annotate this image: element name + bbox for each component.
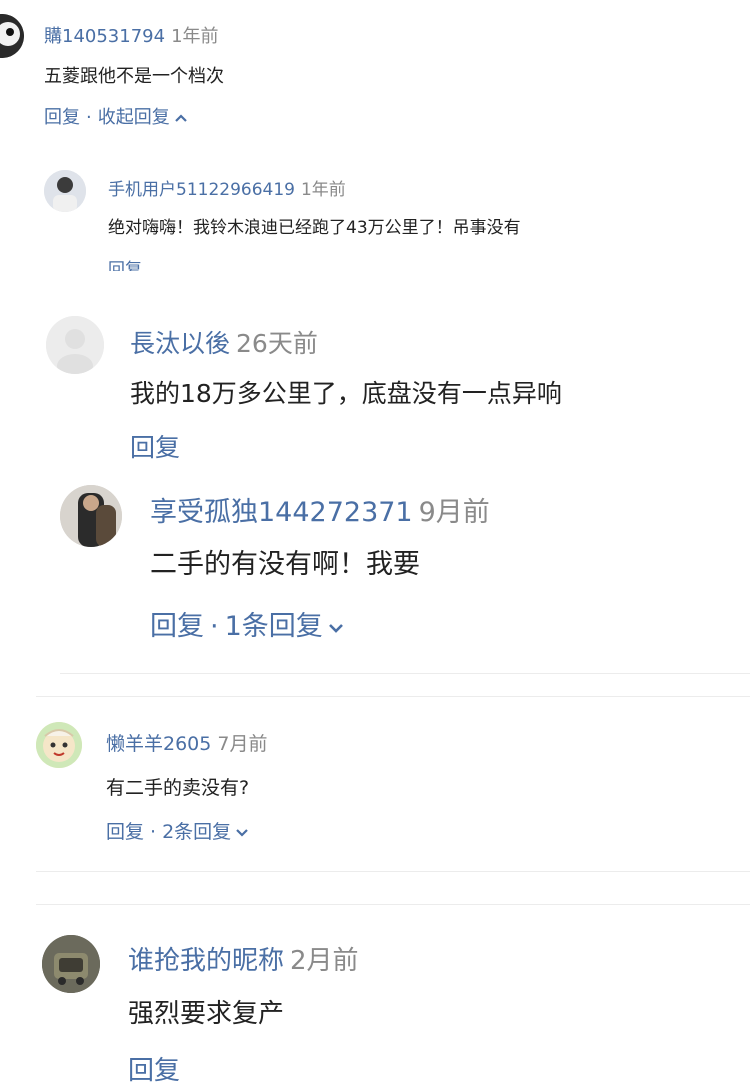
reply-button[interactable]: 回复 — [108, 260, 142, 271]
chevron-up-icon — [174, 114, 187, 122]
comment-actions: 回复 — [128, 1050, 180, 1087]
separator-dot: · — [86, 107, 92, 128]
comment-actions: 回复 · 收起回复 — [44, 103, 188, 129]
username[interactable]: 長汰以後 — [130, 329, 230, 358]
username[interactable]: 享受孤独144272371 — [150, 497, 413, 528]
timestamp: 2月前 — [290, 946, 359, 976]
expand-replies-button[interactable]: 1条回复 — [225, 611, 345, 642]
reply-button[interactable]: 回复 — [128, 1056, 180, 1086]
reply-button[interactable]: 回复 — [44, 107, 80, 128]
timestamp: 1年前 — [300, 180, 346, 200]
divider — [36, 904, 750, 905]
expand-replies-button[interactable]: 2条回复 — [162, 821, 249, 843]
comment-text: 强烈要求复产 — [128, 999, 285, 1029]
avatar[interactable] — [44, 170, 86, 212]
reply-button[interactable]: 回复 — [150, 611, 204, 642]
comment-text: 绝对嗨嗨！我铃木浪迪已经跑了43万公里了！吊事没有 — [108, 218, 521, 238]
divider — [36, 871, 750, 872]
comment-author-line: 長汰以後 26天前 — [130, 324, 318, 360]
avatar[interactable] — [0, 14, 24, 58]
divider — [60, 673, 750, 674]
comment-author-line: 購140531794 1年前 — [44, 22, 219, 48]
divider — [36, 696, 750, 697]
comment-author-line: 手机用户51122966419 1年前 — [108, 175, 346, 200]
comment-actions: 回复 — [130, 428, 180, 464]
separator-dot: · — [210, 611, 219, 642]
timestamp: 26天前 — [236, 329, 318, 358]
comment-actions: 回复 · 1条回复 — [150, 604, 345, 643]
comment-author-line: 谁抢我的昵称 2月前 — [128, 940, 359, 977]
reply-button[interactable]: 回复 — [106, 821, 144, 843]
timestamp: 7月前 — [217, 733, 268, 755]
avatar[interactable] — [46, 316, 104, 374]
comment-text: 有二手的卖没有? — [106, 777, 250, 799]
comment-author-line: 享受孤独144272371 9月前 — [150, 490, 490, 529]
username[interactable]: 谁抢我的昵称 — [128, 946, 284, 976]
comment-text: 二手的有没有啊！我要 — [150, 549, 420, 580]
reply-button[interactable]: 回复 — [130, 433, 180, 462]
username[interactable]: 購140531794 — [44, 26, 165, 47]
avatar[interactable] — [36, 722, 82, 768]
avatar[interactable] — [42, 935, 100, 993]
comment-text: 五菱跟他不是一个档次 — [44, 66, 224, 87]
collapse-replies-button[interactable]: 收起回复 — [98, 107, 188, 128]
username[interactable]: 手机用户51122966419 — [108, 180, 295, 200]
comment-actions: 回复 · 2条回复 — [106, 817, 249, 844]
comment-author-line: 懒羊羊2605 7月前 — [106, 729, 267, 756]
comment-text: 我的18万多公里了，底盘没有一点异响 — [130, 379, 562, 408]
timestamp: 1年前 — [171, 26, 219, 47]
comment-actions: 回复 — [108, 255, 142, 271]
username[interactable]: 懒羊羊2605 — [106, 733, 211, 755]
timestamp: 9月前 — [418, 497, 490, 528]
separator-dot: · — [150, 821, 157, 843]
chevron-down-icon — [236, 828, 248, 837]
avatar[interactable] — [60, 485, 122, 547]
chevron-down-icon — [328, 623, 343, 633]
